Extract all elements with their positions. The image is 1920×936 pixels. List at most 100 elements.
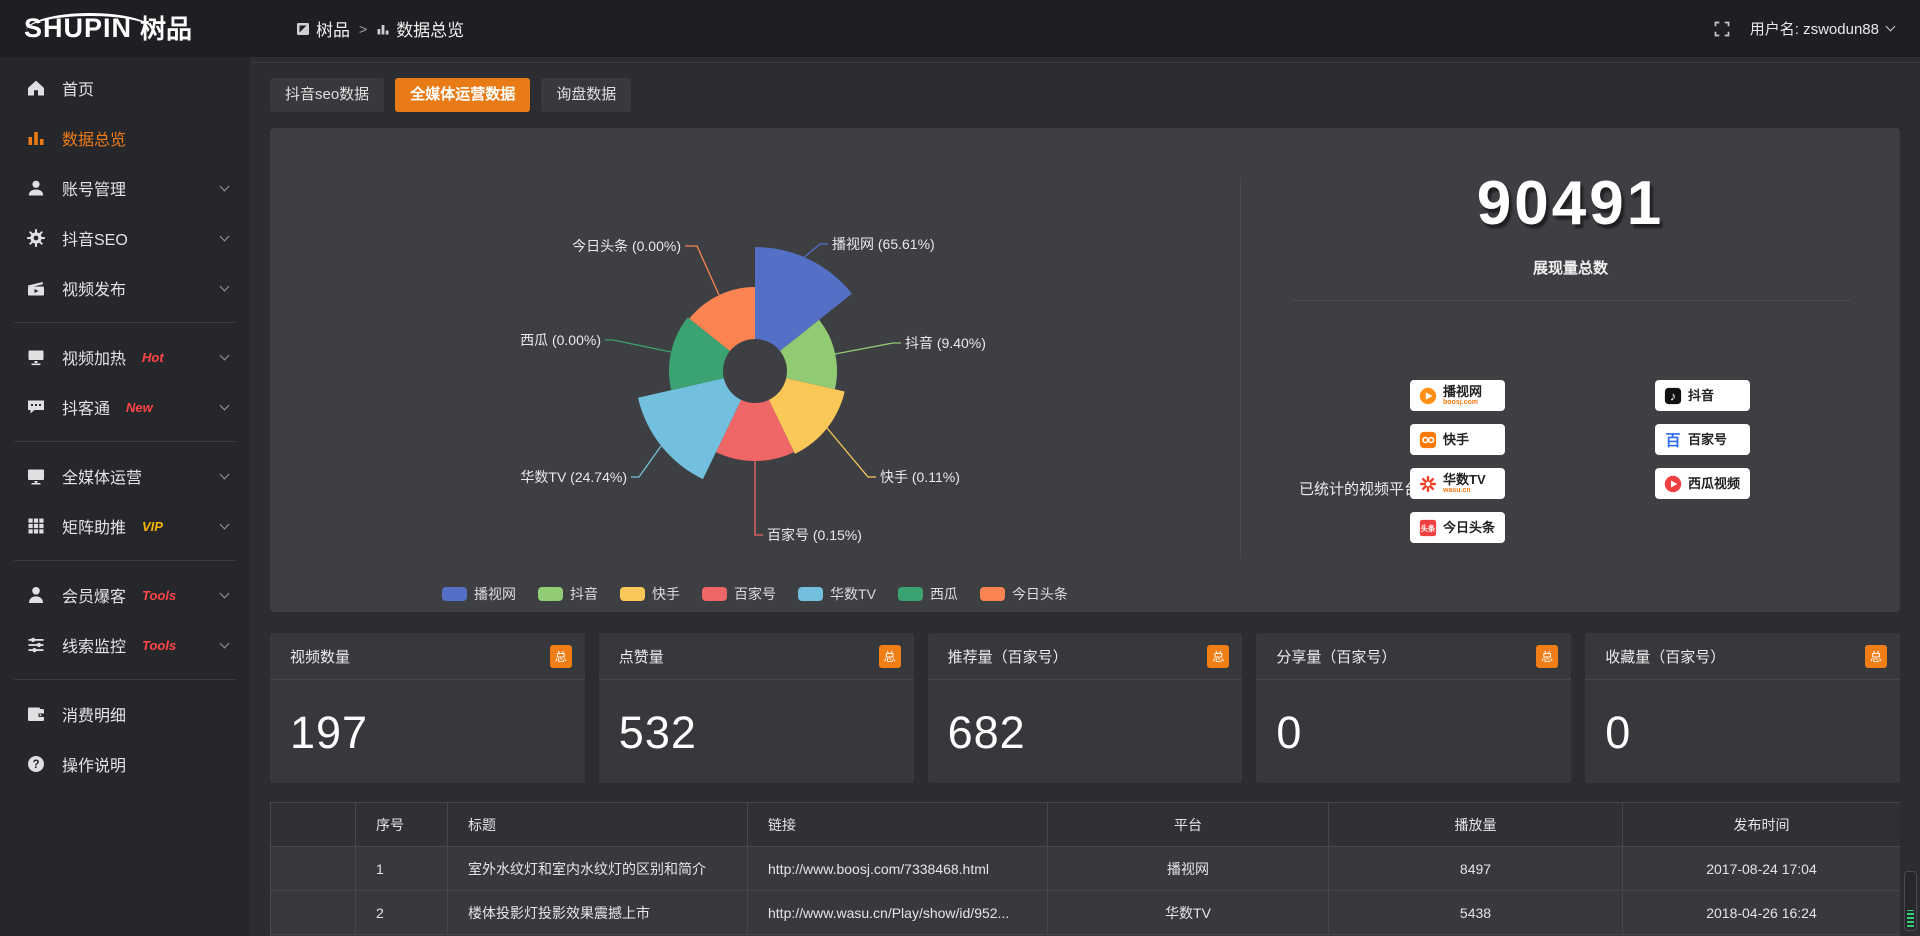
sidebar-item-lead-monitor[interactable]: 线索监控Tools <box>0 620 250 670</box>
column-header: 链接 <box>748 803 1048 847</box>
platforms-title: 已统计的视频平台: <box>1299 478 1423 499</box>
pie-label-line-douyin <box>835 343 901 354</box>
pie-chart: 播视网 (65.61%)抖音 (9.40%)快手 (0.11%)百家号 (0.1… <box>270 128 1240 612</box>
platform-badges-right: ♪ 抖音百 百家号 西瓜视频 <box>1655 380 1750 499</box>
sidebar-item-data-overview[interactable]: 数据总览 <box>0 113 250 163</box>
legend-marker <box>538 587 563 601</box>
sidebar-item-home[interactable]: 首页 <box>0 63 250 113</box>
breadcrumb-item-data-overview[interactable]: 数据总览 <box>376 16 464 41</box>
platform-name: 播视网 <box>1443 385 1482 399</box>
breadcrumb: 树品>数据总览 <box>296 16 464 41</box>
platform-name: 快手 <box>1443 433 1469 447</box>
sidebar-item-douyin-seo[interactable]: 抖音SEO <box>0 213 250 263</box>
wallet-icon <box>26 704 46 724</box>
legend-item-kuaishou[interactable]: 快手 <box>620 584 680 604</box>
pie-label-line-boosj <box>802 244 828 259</box>
column-header: 播放量 <box>1329 803 1623 847</box>
sidebar-item-label: 消费明细 <box>62 702 126 726</box>
platform-name: 抖音 <box>1688 389 1714 403</box>
cell-published: 2017-08-24 17:04 <box>1623 847 1901 891</box>
pie-label-boosj: 播视网 (65.61%) <box>832 236 935 252</box>
total-badge[interactable]: 总 <box>1207 645 1229 668</box>
sidebar-menu: 首页数据总览账号管理抖音SEO 视频发布视频加热Hot抖客通New 全媒体运营矩阵助… <box>0 57 250 789</box>
sidebar-item-label: 抖音SEO <box>62 226 128 250</box>
pie-label-douyin: 抖音 (9.40%) <box>905 335 986 351</box>
tab-inquiry-data[interactable]: 询盘数据 <box>541 78 631 112</box>
sidebar-item-matrix-boost[interactable]: 矩阵助推VIP <box>0 501 250 551</box>
sidebar-item-video-publish[interactable]: 视频发布 <box>0 263 250 313</box>
cell-link[interactable]: http://www.wasu.cn/Play/show/id/952... <box>748 891 1048 935</box>
monitor-icon <box>26 466 46 486</box>
grid-icon <box>26 516 46 536</box>
stat-card-title: 点赞量 <box>619 646 664 667</box>
cell-plays: 5438 <box>1329 891 1623 935</box>
legend-item-boosj[interactable]: 播视网 <box>442 584 516 604</box>
cell-title[interactable]: 室外水纹灯和室内水纹灯的区别和简介 <box>448 847 748 891</box>
sidebar-item-consumption-detail[interactable]: 消费明细 <box>0 689 250 739</box>
legend-label: 西瓜 <box>930 584 958 604</box>
chevron-down-icon <box>220 589 230 599</box>
cell-title[interactable]: 楼体投影灯投影效果震撼上市 <box>448 891 748 935</box>
sidebar-item-label: 矩阵助推 <box>62 514 126 538</box>
sidebar-item-member-baoke[interactable]: 会员爆客Tools <box>0 570 250 620</box>
pie-label-toutiao: 今日头条 (0.00%) <box>572 238 681 254</box>
column-header: 平台 <box>1048 803 1329 847</box>
platform-name: 华数TV <box>1443 473 1486 487</box>
total-badge[interactable]: 总 <box>1865 645 1887 668</box>
sidebar-item-account-management[interactable]: 账号管理 <box>0 163 250 213</box>
legend-marker <box>702 587 727 601</box>
platform-badge-douyin: ♪ 抖音 <box>1655 380 1750 411</box>
floating-widget[interactable] <box>1904 871 1917 931</box>
chat-icon <box>26 397 46 417</box>
cell-link[interactable]: http://www.boosj.com/7338468.html <box>748 847 1048 891</box>
breadcrumb-item-shupin[interactable]: 树品 <box>296 16 350 41</box>
legend-item-wasu-tv[interactable]: 华数TV <box>798 584 876 604</box>
question-icon: ? <box>26 754 46 774</box>
home-icon <box>26 78 46 98</box>
platform-name: 西瓜视频 <box>1688 477 1740 491</box>
platform-sub: boosj.com <box>1443 399 1482 406</box>
cell-index: 1 <box>356 847 448 891</box>
sidebar-item-omnimedia-operation[interactable]: 全媒体运营 <box>0 451 250 501</box>
breadcrumb-label: 数据总览 <box>396 16 464 41</box>
cell-published: 2018-04-26 16:24 <box>1623 891 1901 935</box>
column-header: 序号 <box>356 803 448 847</box>
legend-item-baijiahao[interactable]: 百家号 <box>702 584 776 604</box>
sidebar-item-label: 操作说明 <box>62 752 126 776</box>
pie-slice-wasu-tv[interactable] <box>638 378 741 479</box>
platform-badge-toutiao: 头条 今日头条 <box>1410 512 1505 543</box>
tab-omnimedia-data[interactable]: 全媒体运营数据 <box>395 78 530 112</box>
stat-card-video-count: 视频数量 总 197 <box>270 633 585 783</box>
tab-douyin-seo-data[interactable]: 抖音seo数据 <box>270 78 384 112</box>
fullscreen-icon[interactable] <box>1714 21 1730 37</box>
legend-item-douyin[interactable]: 抖音 <box>538 584 598 604</box>
sidebar-item-label: 全媒体运营 <box>62 464 142 488</box>
legend-label: 抖音 <box>570 584 598 604</box>
svg-text:?: ? <box>32 759 39 771</box>
sidebar-item-operation-guide[interactable]: ? 操作说明 <box>0 739 250 789</box>
user-menu[interactable]: 用户名: zswodun88 <box>1750 18 1894 39</box>
chevron-down-icon <box>220 351 230 361</box>
chevron-down-icon <box>220 182 230 192</box>
legend-item-toutiao[interactable]: 今日头条 <box>980 584 1068 604</box>
sidebar-item-video-heat[interactable]: 视频加热Hot <box>0 332 250 382</box>
total-badge[interactable]: 总 <box>1536 645 1558 668</box>
chevron-down-icon <box>1886 22 1896 32</box>
sidebar-badge-douketong: New <box>126 400 153 415</box>
sidebar-item-douketong[interactable]: 抖客通New <box>0 382 250 432</box>
legend-item-xigua[interactable]: 西瓜 <box>898 584 958 604</box>
total-badge[interactable]: 总 <box>879 645 901 668</box>
member-icon <box>26 585 46 605</box>
total-badge[interactable]: 总 <box>550 645 572 668</box>
platform-badge-wasu-tv: 华数TVwasu.cn <box>1410 468 1505 499</box>
stat-card-value: 532 <box>599 680 914 759</box>
chart-icon <box>26 128 46 148</box>
pie-label-xigua: 西瓜 (0.00%) <box>520 332 601 348</box>
pie-label-line-wasu-tv <box>631 446 661 477</box>
sidebar-item-label: 账号管理 <box>62 176 126 200</box>
stat-card-share-count: 分享量（百家号） 总 0 <box>1256 633 1571 783</box>
sidebar-badge-member-baoke: Tools <box>142 588 176 603</box>
video-table-wrap: 序号标题链接平台播放量发布时间 1 室外水纹灯和室内水纹灯的区别和简介 http… <box>270 802 1900 936</box>
sidebar-divider <box>14 679 236 680</box>
sidebar-item-label: 数据总览 <box>62 126 126 150</box>
